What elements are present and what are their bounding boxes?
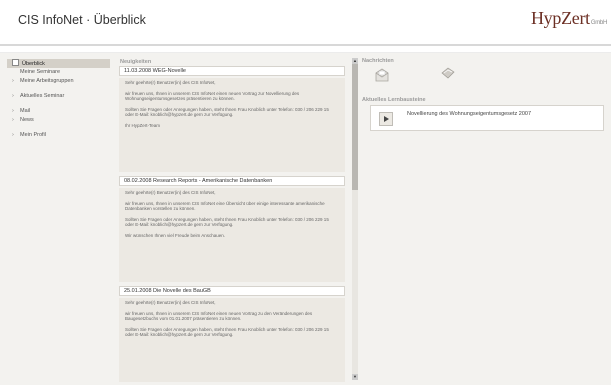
bullet-icon: › [12,117,14,123]
bullet-icon: › [12,132,14,138]
news-paragraph: wir freuen uns, Ihnen in unserem CIS Inf… [125,200,325,212]
news-item-body: Sehr geehrte(r) Benutzer(in) des CIS Inf… [119,298,345,382]
header: CIS InfoNet · Überblick HypZertGmbH [0,0,611,44]
news-paragraph: wir freuen uns, Ihnen in unserem CIS Inf… [125,90,300,102]
play-button[interactable] [379,112,393,126]
news-item-header[interactable]: 25.01.2008 Die Novelle des BauGB [119,286,345,296]
hypzert-logo: HypZertGmbH [531,8,607,29]
news-item: 25.01.2008 Die Novelle des BauGB Sehr ge… [118,286,346,382]
news-item-header[interactable]: 08.02.2008 Research Reports - Amerikanis… [119,176,345,186]
news-item: 11.03.2008 WEG-Novelle Sehr geehrte(r) B… [118,66,346,176]
sidebar-item-label: Aktuelles Seminar [20,93,65,99]
news-paragraph: Sollten Sie Fragen oder Anregungen haben… [125,106,329,118]
sidebar-item-label: Mein Profil [20,132,46,138]
news-item: 08.02.2008 Research Reports - Amerikanis… [118,176,346,286]
news-paragraph: Ihr HypZert-Team [125,122,161,128]
news-paragraph: Sehr geehrte(r) Benutzer(in) des CIS Inf… [125,190,216,195]
bullet-icon: › [12,78,14,84]
library-item[interactable]: Novellierung des Wohnungseigentumsgesetz… [370,105,604,131]
library-section-title: Aktuelles Lernbausteine [362,97,426,103]
sidebar-item-news[interactable]: › News [7,116,110,125]
news-paragraph: Sollten Sie Fragen oder Anregungen haben… [125,326,329,338]
header-divider [0,44,611,46]
logo-text: HypZert [530,8,590,28]
sidebar-item-mein-profil[interactable]: › Mein Profil [7,131,110,140]
logo-suffix: GmbH [590,20,607,26]
sidebar-item-label: Meine Seminare [20,69,61,75]
library-item-label[interactable]: Novellierung des Wohnungseigentumsgesetz… [407,111,531,117]
sidebar-item-mail[interactable]: › Mail [7,107,110,116]
notices-section-title: Nachrichten [362,58,394,64]
expand-box-icon [12,59,19,66]
sidebar-item-meine-seminare[interactable]: Meine Seminare [7,68,110,77]
news-section-title: Neuigkeiten [120,59,152,65]
sidebar-item-aktuelles-seminar[interactable]: › Aktuelles Seminar [7,92,110,101]
news-paragraph: Sehr geehrte(r) Benutzer(in) des CIS Inf… [125,300,216,305]
sidebar-item-ueberblick[interactable]: Überblick [7,59,110,68]
sidebar-item-label: Meine Arbeitsgruppen [20,78,74,84]
scroll-down-arrow-icon[interactable]: ▼ [352,374,358,380]
news-paragraph: Sollten Sie Fragen oder Anregungen haben… [125,216,329,228]
news-paragraph: wir freuen uns, Ihnen in unserem CIS Inf… [125,310,313,322]
app-title: CIS InfoNet · Überblick [18,13,146,27]
bullet-icon: › [12,108,14,114]
news-document-icon[interactable] [441,67,455,79]
sidebar-item-label: News [20,117,34,123]
sidebar-item-label: Überblick [22,61,45,67]
news-scrollbar[interactable]: ▲ ▼ [352,58,358,380]
bullet-icon: › [12,93,14,99]
sidebar-nav: Überblick Meine Seminare › Meine Arbeitsg… [7,59,110,140]
news-paragraph: Sehr geehrte(r) Benutzer(in) des CIS Inf… [125,80,216,85]
news-list[interactable]: 11.03.2008 WEG-Novelle Sehr geehrte(r) B… [118,66,346,382]
play-icon [384,116,389,122]
mail-envelope-icon[interactable] [374,67,390,82]
news-paragraph: Wir wünschen Ihnen viel Freude beim Ansc… [125,232,226,238]
news-item-body: Sehr geehrte(r) Benutzer(in) des CIS Inf… [119,78,345,172]
news-item-header[interactable]: 11.03.2008 WEG-Novelle [119,66,345,76]
news-item-body: Sehr geehrte(r) Benutzer(in) des CIS Inf… [119,188,345,282]
scroll-thumb[interactable] [352,64,358,190]
sidebar-item-meine-arbeitsgruppen[interactable]: › Meine Arbeitsgruppen [7,77,110,86]
sidebar-item-label: Mail [20,108,31,114]
